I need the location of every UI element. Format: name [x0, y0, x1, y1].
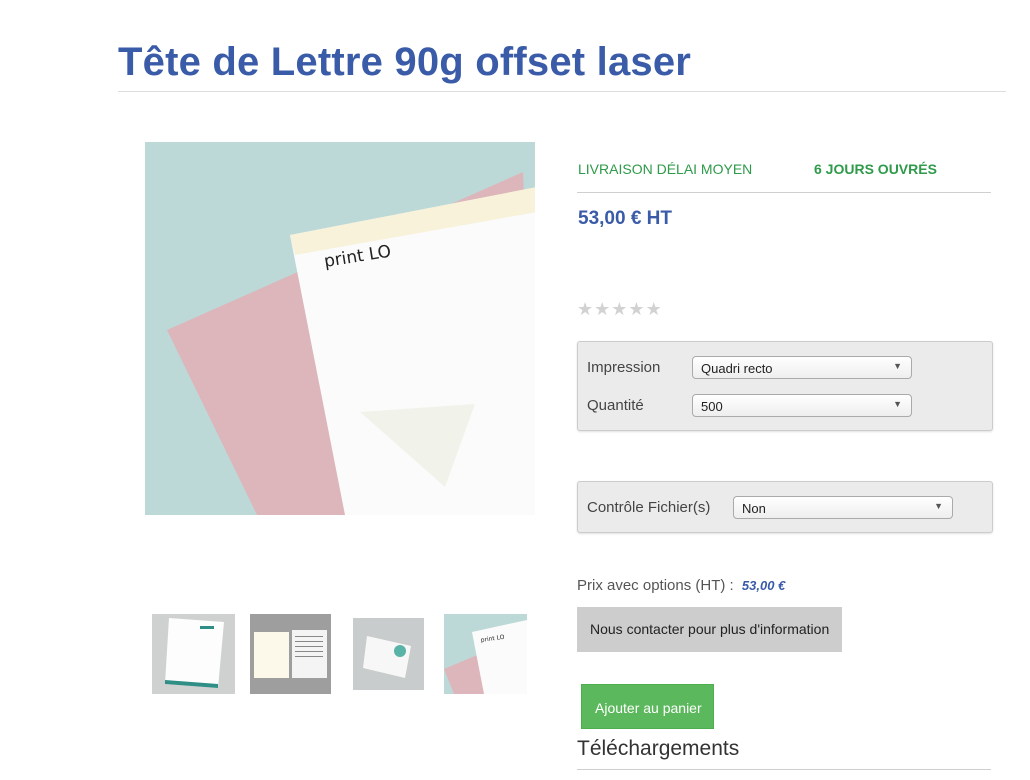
options-panel: Impression Quadri recto ▼ Quantité 500 ▼ [577, 341, 993, 431]
quantite-select-value: 500 [701, 399, 723, 414]
thumbnail-2[interactable] [250, 614, 331, 694]
quantite-select[interactable]: 500 ▼ [692, 394, 912, 417]
impression-label: Impression [587, 359, 661, 376]
controle-select-value: Non [742, 501, 766, 516]
contact-button[interactable]: Nous contacter pour plus d'information [577, 607, 842, 652]
delivery-days: 6 JOURS OUVRÉS [814, 161, 937, 177]
letterhead-mockup-image: print LO [145, 142, 535, 515]
thumbnail-4[interactable]: print LO [444, 614, 527, 694]
price-with-options-value: 53,00 € [741, 578, 786, 593]
impression-select-value: Quadri recto [701, 361, 773, 376]
quantite-label: Quantité [587, 397, 644, 414]
thumbnail-image [250, 614, 331, 694]
add-to-cart-button[interactable]: Ajouter au panier [581, 684, 714, 729]
divider [577, 192, 991, 193]
controle-select[interactable]: Non ▼ [733, 496, 953, 519]
controle-label: Contrôle Fichier(s) [587, 499, 711, 516]
title-divider [118, 91, 1006, 92]
thumbnail-1[interactable] [152, 614, 235, 694]
file-check-panel: Contrôle Fichier(s) Non ▼ [577, 481, 993, 533]
delivery-label: LIVRAISON DÉLAI MOYEN [578, 161, 753, 177]
downloads-heading: Téléchargements [577, 737, 740, 760]
price-with-options: Prix avec options (HT) : 53,00 € [577, 577, 785, 594]
chevron-down-icon: ▼ [893, 361, 902, 371]
star-icon[interactable]: ★ [577, 300, 593, 318]
main-product-image[interactable]: print LO [145, 142, 535, 515]
page-title: Tête de Lettre 90g offset laser [118, 40, 692, 84]
thumbnail-image [353, 618, 424, 690]
chevron-down-icon: ▼ [934, 501, 943, 511]
thumbnail-image [152, 614, 235, 694]
star-icon[interactable]: ★ [628, 300, 644, 318]
chevron-down-icon: ▼ [893, 399, 902, 409]
impression-select[interactable]: Quadri recto ▼ [692, 356, 912, 379]
star-icon[interactable]: ★ [611, 300, 627, 318]
thumbnail-image: print LO [444, 614, 527, 694]
star-icon[interactable]: ★ [594, 300, 610, 318]
divider [577, 769, 991, 770]
rating-stars[interactable]: ★ ★ ★ ★ ★ [577, 300, 662, 318]
product-price: 53,00 € HT [578, 208, 672, 229]
price-with-options-label: Prix avec options (HT) : [577, 577, 734, 594]
thumbnail-3[interactable] [353, 618, 424, 690]
star-icon[interactable]: ★ [646, 300, 662, 318]
